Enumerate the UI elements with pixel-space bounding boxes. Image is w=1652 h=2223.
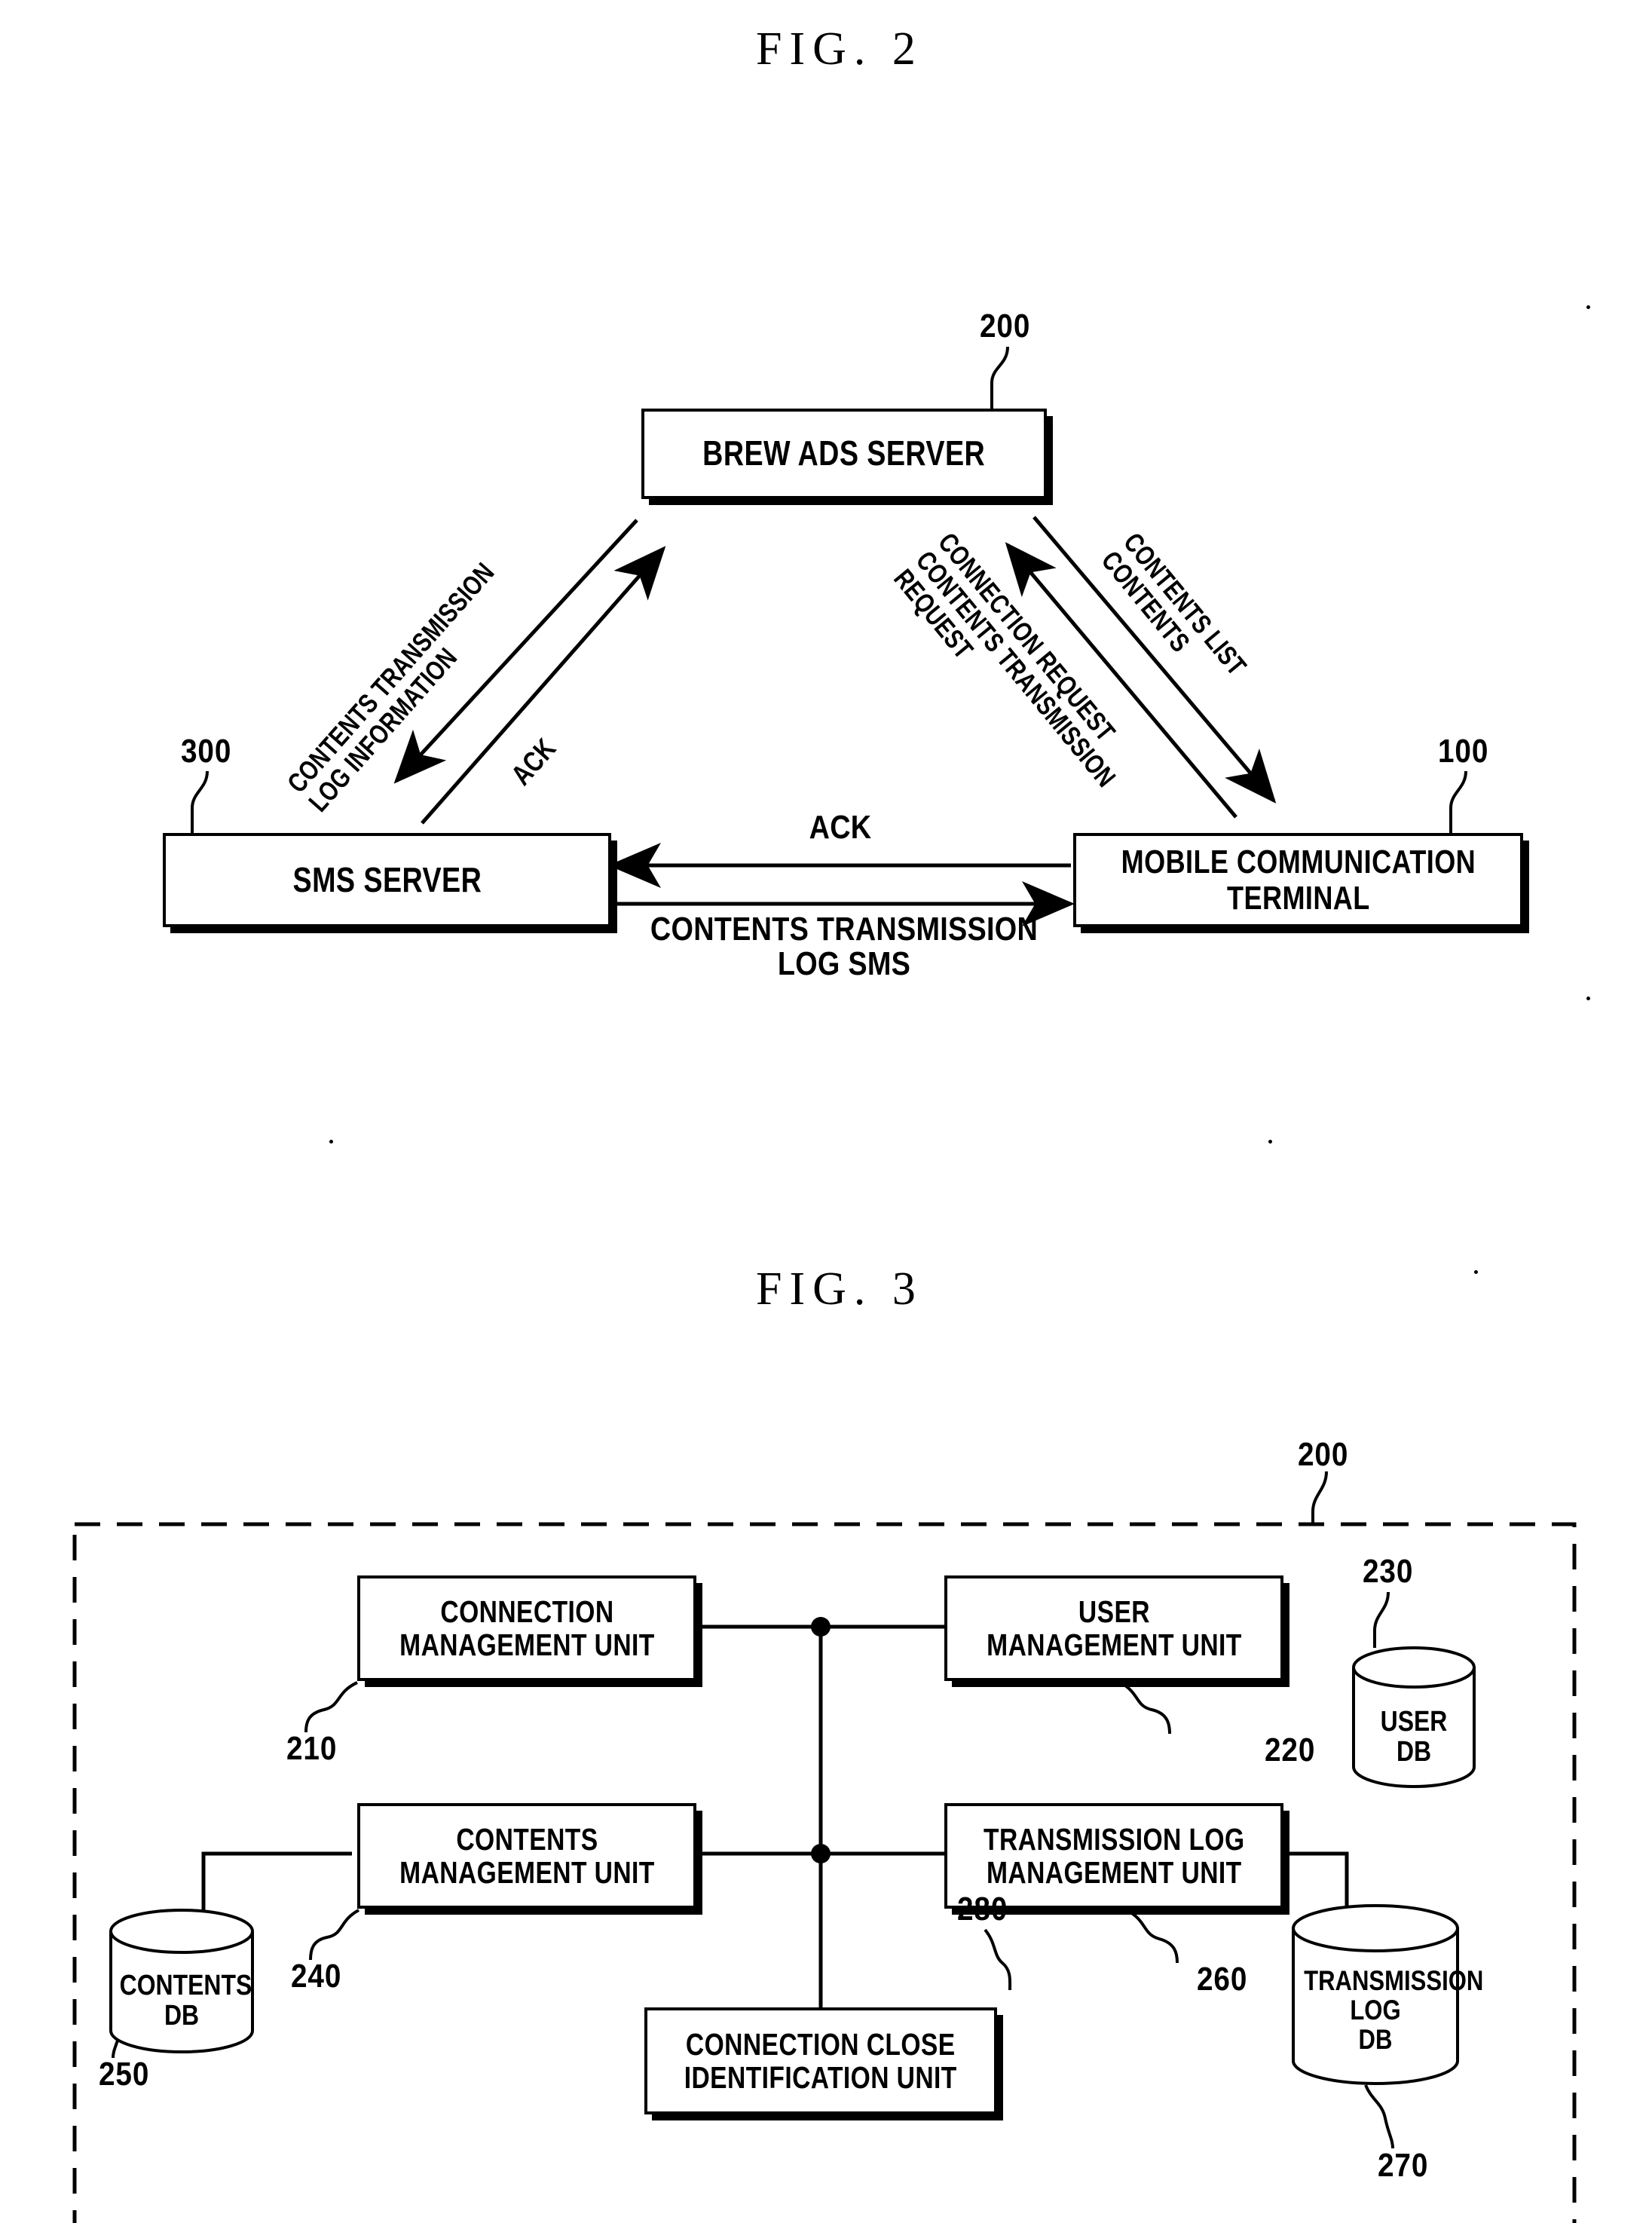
transmission-log-db-cylinder[interactable]: TRANSMISSION LOG DB bbox=[1290, 1904, 1484, 2085]
ref-210: 210 bbox=[286, 1730, 338, 1767]
figure-3-connector-layer bbox=[72, 1471, 1577, 2223]
user-db-cylinder[interactable]: USER DB bbox=[1351, 1646, 1477, 1788]
brew-ads-server-box[interactable]: BREW ADS SERVER bbox=[641, 409, 1047, 499]
ref-230: 230 bbox=[1363, 1553, 1414, 1590]
ref-280: 280 bbox=[957, 1891, 1008, 1928]
mobile-communication-terminal-box[interactable]: MOBILE COMMUNICATION TERMINAL bbox=[1073, 833, 1523, 927]
brew-ads-server-label: BREW ADS SERVER bbox=[702, 433, 986, 473]
ref-220: 220 bbox=[1265, 1732, 1316, 1768]
transmission-log-db-label: TRANSMISSION LOG DB bbox=[1304, 1965, 1484, 2056]
ink-speck bbox=[1586, 305, 1590, 309]
ink-speck bbox=[329, 1140, 333, 1144]
connection-close-identification-unit-label: CONNECTION CLOSE IDENTIFICATION UNIT bbox=[684, 2026, 958, 2095]
contents-db-label: CONTENTS DB bbox=[119, 1970, 252, 2032]
flow-label-ack-bottom: ACK bbox=[809, 809, 872, 846]
connection-close-identification-unit-box[interactable]: CONNECTION CLOSE IDENTIFICATION UNIT bbox=[644, 2007, 997, 2114]
mobile-communication-terminal-label: MOBILE COMMUNICATION TERMINAL bbox=[1121, 843, 1476, 917]
figure-2-title: FIG. 2 bbox=[756, 23, 923, 75]
flow-label-contents-transmission-log-sms: CONTENTS TRANSMISSION LOG SMS bbox=[650, 911, 1039, 983]
contents-management-unit-box[interactable]: CONTENTS MANAGEMENT UNIT bbox=[357, 1803, 696, 1909]
figure-3-title: FIG. 3 bbox=[756, 1263, 923, 1315]
ref-300-fig2: 300 bbox=[181, 733, 232, 770]
sms-server-box[interactable]: SMS SERVER bbox=[163, 833, 611, 927]
ref-240: 240 bbox=[291, 1958, 342, 1995]
flow-label-contents-transmission-log-information: CONTENTS TRANSMISSION LOG INFORMATION bbox=[280, 556, 500, 818]
patent-drawing-sheet: FIG. 2 BREW ADS SERVER 200 SMS SERVER 30… bbox=[0, 0, 1652, 2223]
ink-speck bbox=[1268, 1140, 1272, 1144]
figure-2-connector-layer bbox=[191, 346, 1467, 926]
ref-260: 260 bbox=[1197, 1961, 1248, 1998]
connection-management-unit-box[interactable]: CONNECTION MANAGEMENT UNIT bbox=[357, 1575, 696, 1681]
user-db-label: USER DB bbox=[1380, 1706, 1448, 1768]
sms-server-label: SMS SERVER bbox=[292, 859, 482, 899]
ink-speck bbox=[1586, 997, 1590, 1000]
transmission-log-management-unit-label: TRANSMISSION LOG MANAGEMENT UNIT bbox=[983, 1821, 1245, 1890]
contents-management-unit-label: CONTENTS MANAGEMENT UNIT bbox=[399, 1821, 655, 1890]
contents-db-cylinder[interactable]: CONTENTS DB bbox=[108, 1909, 255, 2053]
ref-200-fig3: 200 bbox=[1298, 1436, 1349, 1473]
connection-management-unit-label: CONNECTION MANAGEMENT UNIT bbox=[399, 1594, 655, 1662]
ref-100-fig2: 100 bbox=[1438, 733, 1489, 770]
flow-label-contents-list: CONTENTS LIST CONTENTS bbox=[1095, 526, 1253, 681]
ref-250: 250 bbox=[99, 2056, 150, 2093]
user-management-unit-label: USER MANAGEMENT UNIT bbox=[986, 1594, 1242, 1662]
flow-label-ack-left: ACK bbox=[505, 733, 563, 792]
ref-200-fig2: 200 bbox=[980, 308, 1031, 344]
ref-270: 270 bbox=[1378, 2147, 1429, 2184]
ink-speck bbox=[1474, 1270, 1478, 1274]
user-management-unit-box[interactable]: USER MANAGEMENT UNIT bbox=[944, 1575, 1283, 1681]
